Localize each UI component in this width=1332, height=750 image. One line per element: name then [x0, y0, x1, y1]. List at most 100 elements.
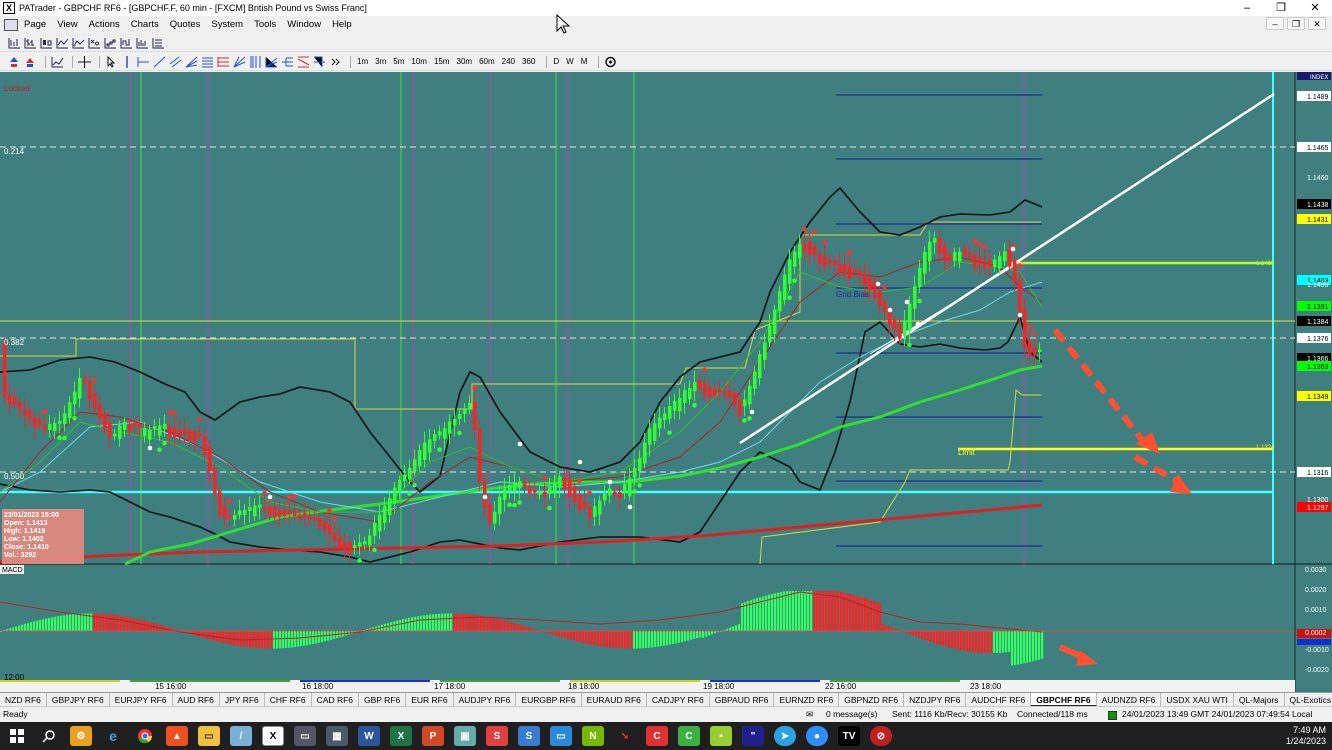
mail-icon[interactable]: ✉: [806, 709, 813, 720]
chart-area[interactable]: Locked 0.214 0.382 0.500 Grid Bias Limit 1.141…: [0, 72, 1332, 692]
zoom-icon[interactable]: ●: [806, 726, 828, 746]
red-circle-app-icon[interactable]: ⊘: [870, 726, 892, 746]
mdi-restore-button[interactable]: ❐: [1287, 17, 1305, 30]
menu-page[interactable]: Page: [24, 19, 46, 30]
sell-arrow-icon[interactable]: [24, 56, 37, 68]
symbol-tab[interactable]: CAD RF6: [312, 693, 360, 706]
menu-help[interactable]: Help: [332, 19, 352, 30]
symbol-tab[interactable]: CHF RF6: [265, 693, 312, 706]
chart-settings-icon[interactable]: [51, 56, 64, 68]
sync-icon[interactable]: [604, 56, 617, 68]
s-app-icon[interactable]: S: [486, 726, 508, 746]
tradingview-icon[interactable]: TV: [838, 726, 860, 746]
brave-icon[interactable]: ▲: [166, 726, 188, 746]
buy-arrow-icon[interactable]: [8, 56, 21, 68]
symbol-tab[interactable]: CADJPY RF6: [647, 693, 710, 706]
candle-chart-icon[interactable]: [40, 37, 53, 49]
menu-view[interactable]: View: [57, 19, 77, 30]
menu-window[interactable]: Window: [287, 19, 321, 30]
c-red-app-icon[interactable]: C: [646, 726, 668, 746]
bar-chart-icon[interactable]: [8, 37, 21, 49]
timeframe-10m[interactable]: 10m: [410, 57, 428, 66]
kagi-chart-icon[interactable]: [120, 37, 133, 49]
timeframe-240[interactable]: 240: [501, 57, 516, 66]
symbol-tab[interactable]: QL-Majors: [1234, 693, 1285, 706]
symbol-tab[interactable]: EURNZD RF6: [774, 693, 840, 706]
symbol-tab[interactable]: USDX XAU WTI: [1161, 693, 1234, 706]
app-window-icon[interactable]: ▭: [294, 726, 316, 746]
symbol-tab[interactable]: GBPCHF RF6: [1031, 693, 1097, 706]
symbol-tab[interactable]: NZDJPY RF6: [904, 693, 967, 706]
snip-icon[interactable]: S: [518, 726, 540, 746]
timeframe-weekly[interactable]: W: [565, 57, 575, 66]
symbol-tab[interactable]: AUD RF6: [173, 693, 220, 706]
fib-time-zone-icon[interactable]: [249, 55, 262, 68]
notepad-icon[interactable]: /: [230, 726, 252, 746]
lime-app-icon[interactable]: ▪: [710, 726, 732, 746]
timeframe-5m[interactable]: 5m: [392, 57, 405, 66]
gann-fan-icon[interactable]: [233, 56, 246, 68]
c-green-app-icon[interactable]: C: [678, 726, 700, 746]
timeframe-60m[interactable]: 60m: [478, 57, 496, 66]
restore-button[interactable]: ❐: [1264, 0, 1298, 16]
symbol-tab[interactable]: JPY RF6: [220, 693, 265, 706]
text-tool-icon[interactable]: [313, 56, 326, 68]
chrome-icon[interactable]: [134, 726, 156, 746]
settings-app-icon[interactable]: ⚙: [70, 726, 92, 746]
calculator-icon[interactable]: ▦: [326, 726, 348, 746]
windows-start-icon[interactable]: [6, 726, 28, 746]
menu-quotes[interactable]: Quotes: [170, 19, 201, 30]
ohlc-chart-icon[interactable]: [24, 37, 37, 49]
mdi-minimize-button[interactable]: –: [1266, 17, 1284, 30]
patrader-taskbar-icon[interactable]: X: [262, 726, 284, 746]
fib-fan-icon[interactable]: [185, 56, 198, 68]
pointer-icon[interactable]: [105, 55, 118, 68]
channel-icon[interactable]: [169, 56, 182, 68]
close-button[interactable]: ✕: [1298, 0, 1332, 16]
taskbar-clock[interactable]: 7:49 AM 1/24/2023: [1286, 725, 1326, 747]
vertical-line-icon[interactable]: [121, 55, 134, 68]
edge-icon[interactable]: e: [102, 726, 124, 746]
more-tools-icon[interactable]: [329, 56, 342, 68]
symbol-tab[interactable]: GBPJPY RF6: [47, 693, 110, 706]
telegram-icon[interactable]: ➤: [774, 726, 796, 746]
symbol-tab[interactable]: EURGBP RF6: [516, 693, 582, 706]
red-arrow-app-icon[interactable]: ➘: [614, 726, 636, 746]
timeframe-3m[interactable]: 3m: [374, 57, 387, 66]
nvidia-icon[interactable]: N: [582, 726, 604, 746]
symbol-tab[interactable]: AUDJPY RF6: [454, 693, 517, 706]
timeframe-monthly[interactable]: M: [580, 57, 589, 66]
crosshair-icon[interactable]: [78, 55, 91, 68]
document-menu-icon[interactable]: [4, 18, 18, 31]
menu-actions[interactable]: Actions: [89, 19, 120, 30]
trend-line-icon[interactable]: [153, 56, 166, 68]
file-explorer-icon[interactable]: ▭: [198, 726, 220, 746]
symbol-tab[interactable]: EURAUD RF6: [582, 693, 647, 706]
menu-charts[interactable]: Charts: [131, 19, 159, 30]
indicator-icon[interactable]: [152, 37, 165, 49]
andrews-pitchfork-icon[interactable]: [281, 56, 294, 68]
remote-desktop-icon[interactable]: ▭: [550, 726, 572, 746]
symbol-tab[interactable]: EURJPY RF6: [110, 693, 173, 706]
speed-lines-icon[interactable]: [265, 56, 278, 68]
symbol-tab[interactable]: NZD RF6: [0, 693, 47, 706]
timeframe-daily[interactable]: D: [552, 57, 560, 66]
powerpoint-icon[interactable]: P: [422, 726, 444, 746]
line-chart-icon[interactable]: [56, 37, 69, 49]
menu-system[interactable]: System: [211, 19, 243, 30]
mdi-close-button[interactable]: ✕: [1308, 17, 1326, 30]
point-figure-icon[interactable]: [88, 37, 101, 49]
symbol-tab[interactable]: GBPNZD RF6: [839, 693, 905, 706]
excel-icon[interactable]: X: [390, 726, 412, 746]
horizontal-line-icon[interactable]: [137, 56, 150, 68]
timeframe-360[interactable]: 360: [521, 57, 536, 66]
area-chart-icon[interactable]: [72, 37, 85, 49]
fib-retracement-icon[interactable]: [201, 56, 214, 68]
minimize-button[interactable]: –: [1230, 0, 1264, 16]
renko-chart-icon[interactable]: [104, 37, 117, 49]
menu-tools[interactable]: Tools: [254, 19, 276, 30]
fib-extension-icon[interactable]: [217, 56, 230, 68]
status-messages[interactable]: 0 message(s): [826, 709, 878, 719]
timeframe-30m[interactable]: 30m: [456, 57, 474, 66]
timeframe-1m[interactable]: 1m: [356, 57, 369, 66]
